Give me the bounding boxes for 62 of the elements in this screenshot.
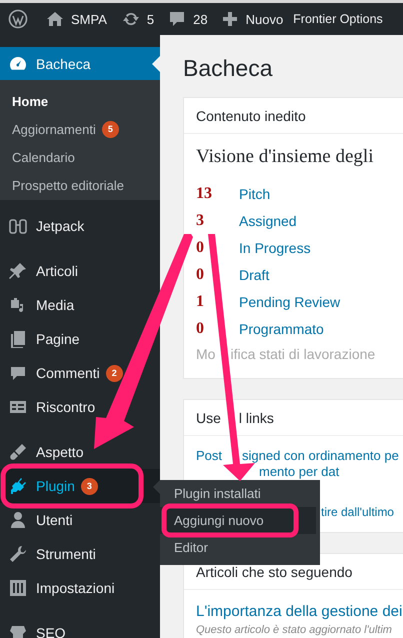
card-title: Use <box>196 410 221 426</box>
menu-item[interactable]: Plugin 3 <box>0 469 160 503</box>
menu-item[interactable]: Commenti 2 <box>0 356 127 390</box>
menu-link[interactable]: Frontier Options <box>293 12 383 26</box>
card-title: Articoli che sto seguendo <box>196 564 352 580</box>
site-name-link[interactable]: SMPA <box>71 12 107 26</box>
article-link[interactable]: L'importanza della gestione dei <box>196 602 403 622</box>
menu-pointer <box>152 56 160 72</box>
count-badge: 2 <box>106 364 123 382</box>
pin-icon <box>8 261 28 281</box>
status-count: 1 <box>196 292 205 310</box>
menu-item[interactable]: Riscontro <box>0 390 100 424</box>
submenu-item[interactable]: Prospetto editoriale <box>0 171 124 199</box>
menu-item[interactable]: Impostazioni <box>0 571 119 605</box>
binoculars-icon <box>8 216 28 236</box>
page-title: Bacheca <box>183 54 274 83</box>
submenu-item[interactable]: Editor <box>160 534 316 561</box>
section-heading: Visione d'insieme degli <box>196 145 374 169</box>
link-text[interactable]: Post <box>196 448 222 464</box>
status-link[interactable]: In Progress <box>239 240 311 256</box>
sliders-icon <box>8 578 28 598</box>
user-icon <box>8 510 28 530</box>
updates-count[interactable]: 5 <box>146 12 154 26</box>
status-link[interactable]: Programmato <box>239 320 324 336</box>
status-count: 0 <box>196 266 205 284</box>
submenu-item[interactable]: Aggiornamenti 5 <box>0 115 119 143</box>
submenu-item[interactable]: Calendario <box>0 143 75 171</box>
status-link[interactable]: Assigned <box>239 212 297 228</box>
link-text[interactable]: tire dall'ultimo <box>321 504 394 520</box>
link-text[interactable]: mento per dat <box>259 464 340 480</box>
plug-icon <box>8 476 28 496</box>
status-count: 0 <box>196 238 205 256</box>
wrench-icon <box>8 544 28 564</box>
card-title: Contenuto inedito <box>196 108 306 124</box>
submenu-item[interactable]: Plugin installati <box>160 480 316 507</box>
status-count: 13 <box>196 184 213 202</box>
home-icon[interactable] <box>45 9 65 29</box>
status-link[interactable]: Draft <box>239 266 270 282</box>
count-badge: 3 <box>80 478 98 494</box>
menu-item[interactable]: Jetpack <box>0 209 88 243</box>
submenu-item[interactable]: Home <box>0 87 48 115</box>
menu-item[interactable]: Strumenti <box>0 537 100 571</box>
menu-item[interactable]: Articoli <box>0 254 82 288</box>
card-title: l links <box>238 410 274 426</box>
link-text[interactable]: signed con ordinamento pe <box>242 448 399 464</box>
brush-icon <box>8 442 28 462</box>
status-link[interactable]: Pending Review <box>239 294 340 310</box>
status-count: 0 <box>196 320 205 338</box>
menu-item[interactable]: Bacheca <box>0 47 160 80</box>
wordpress-logo-icon[interactable] <box>8 9 28 29</box>
status-count: 3 <box>196 212 205 230</box>
menu-item[interactable]: Media <box>0 288 78 322</box>
menu-item[interactable]: Utenti <box>0 503 77 537</box>
comments-count[interactable]: 28 <box>193 12 208 26</box>
menu-item[interactable]: Pagine <box>0 322 84 356</box>
pages-icon <box>8 329 28 349</box>
menu-item[interactable]: SEO <box>0 616 70 638</box>
menu-item[interactable]: Aspetto <box>0 435 88 469</box>
status-link[interactable]: Pitch <box>239 186 270 202</box>
count-badge: 5 <box>102 120 119 138</box>
article-note: Questo articolo è stato aggiornato l'ultim <box>196 624 393 636</box>
new-link[interactable]: Nuovo <box>246 12 284 26</box>
